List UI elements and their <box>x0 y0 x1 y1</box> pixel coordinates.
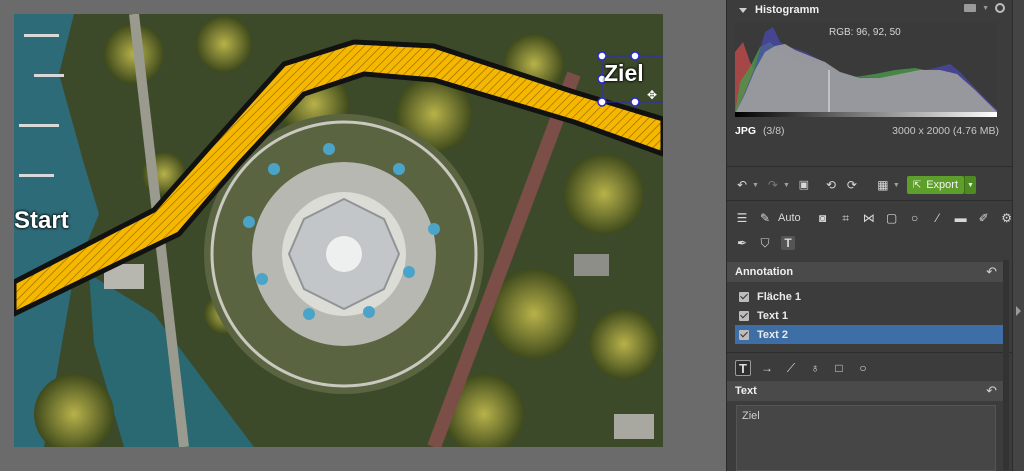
ellipse-tool-icon[interactable]: ○ <box>855 360 871 376</box>
aerial-photo[interactable]: ✥ Start Ziel <box>14 14 663 447</box>
annotation-text-value: Ziel <box>742 410 760 422</box>
eraser-icon[interactable]: ▬ <box>954 211 968 225</box>
text-box-icon[interactable]: ▢ <box>885 211 899 225</box>
layer-checkbox[interactable] <box>739 291 749 302</box>
histogram-dropdown-icon[interactable]: ▼ <box>982 5 989 12</box>
file-info-row: JPG (3/8) 3000 x 2000 (4.76 MB) <box>735 125 999 137</box>
brush-icon[interactable]: ⁄ <box>931 211 945 225</box>
rgb-readout: RGB: 96, 92, 50 <box>829 27 901 38</box>
camera-icon[interactable]: ◙ <box>816 211 830 225</box>
export-label: Export <box>926 179 958 191</box>
redo-dropdown-icon[interactable]: ▼ <box>783 182 790 189</box>
divider <box>727 200 1013 201</box>
auto-button[interactable]: Auto <box>778 212 801 224</box>
divider <box>727 352 1013 353</box>
right-panel: Histogramm ▼ RGB: 96, 92, 50 JPG (3/8) 3… <box>726 0 1014 471</box>
shield-icon[interactable]: ⛉ <box>758 236 772 250</box>
magic-wand-icon[interactable]: ✎ <box>758 211 772 225</box>
rotate-left-icon[interactable]: ⟲ <box>824 178 838 192</box>
annotation-title: Annotation <box>735 266 794 278</box>
layer-checkbox[interactable] <box>739 329 749 340</box>
collapse-triangle-icon[interactable] <box>739 7 747 13</box>
arrow-tool-icon[interactable]: → <box>759 360 775 376</box>
polyline-tool-icon[interactable]: ⟋ <box>783 360 799 376</box>
divider <box>727 166 1013 167</box>
layer-label: Fläche 1 <box>757 290 802 303</box>
layer-item-selected[interactable]: Text 2 <box>735 325 1003 344</box>
file-dimensions: 3000 x 2000 (4.76 MB) <box>892 125 999 137</box>
annotation-reset-icon[interactable]: ↶ <box>986 264 997 280</box>
expand-arrow-icon[interactable] <box>1016 306 1021 316</box>
rectangle-tool-icon[interactable]: □ <box>831 360 847 376</box>
crop-icon[interactable]: ⌗ <box>839 211 853 225</box>
text-reset-icon[interactable]: ↶ <box>986 383 997 399</box>
adjust-sliders-icon[interactable]: ☰ <box>735 211 749 225</box>
annotation-header[interactable]: Annotation ↶ <box>727 262 1005 282</box>
image-icon[interactable]: ▣ <box>797 178 811 192</box>
save-icon[interactable]: ▦ <box>876 178 890 192</box>
image-canvas[interactable]: ✥ Start Ziel <box>0 0 726 471</box>
file-index: (3/8) <box>762 125 785 137</box>
annotation-shape-tools: T → ⟋ ♁ □ ○ <box>735 360 871 376</box>
dropper-icon[interactable]: ✒ <box>735 236 749 250</box>
rotate-right-icon[interactable]: ⟳ <box>845 178 859 192</box>
tools-row-1: ☰ ✎ Auto ◙ ⌗ ⋈ ▢ ○ ⁄ ▬ ✐ ⚙ <box>735 211 1014 225</box>
export-button[interactable]: ⇱ Export <box>906 176 964 194</box>
histogram-header[interactable]: Histogramm ▼ <box>727 0 1013 20</box>
annotation-text-input[interactable]: Ziel <box>736 405 996 471</box>
panel-collapse-edge[interactable] <box>1012 0 1024 471</box>
undo-icon[interactable]: ↶ <box>735 178 749 192</box>
annotation-text-goal[interactable]: Ziel <box>604 60 644 87</box>
file-format: JPG <box>735 125 757 137</box>
histogram-mode-icon[interactable] <box>964 4 977 12</box>
layer-label: Text 2 <box>757 328 788 341</box>
action-toolbar: ↶ ▼ ↷ ▼ ▣ ⟲ ⟳ ▦ ▼ ⇱ Export ▼ <box>735 176 976 194</box>
text-section-title: Text <box>735 385 757 397</box>
histogram-title: Histogramm <box>755 4 820 16</box>
export-dropdown-icon[interactable]: ▼ <box>964 176 976 194</box>
tools-row-2: ✒ ⛉ T <box>735 236 795 250</box>
text-tool-icon[interactable]: T <box>735 360 751 376</box>
redo-icon[interactable]: ↷ <box>766 178 780 192</box>
undo-dropdown-icon[interactable]: ▼ <box>752 182 759 189</box>
histogram-options-icon[interactable] <box>995 3 1005 13</box>
tonal-gradient-bar <box>735 112 997 117</box>
panel-scrollbar[interactable] <box>1003 260 1009 470</box>
perspective-icon[interactable]: ⋈ <box>862 211 876 225</box>
save-dropdown-icon[interactable]: ▼ <box>893 182 900 189</box>
layer-checkbox[interactable] <box>739 310 749 321</box>
export-icon: ⇱ <box>912 179 922 191</box>
svg-text:✥: ✥ <box>647 88 657 102</box>
annotation-tool-icon[interactable]: T <box>781 236 795 250</box>
pen-icon[interactable]: ✐ <box>977 211 991 225</box>
layer-item[interactable]: Text 1 <box>735 306 1003 325</box>
layer-item[interactable]: Fläche 1 <box>735 287 1003 306</box>
annotation-text-start[interactable]: Start <box>14 207 69 235</box>
freehand-tool-icon[interactable]: ♁ <box>807 360 823 376</box>
text-section-header[interactable]: Text ↶ <box>727 381 1005 401</box>
layer-label: Text 1 <box>757 309 788 322</box>
circle-tool-icon[interactable]: ○ <box>908 211 922 225</box>
